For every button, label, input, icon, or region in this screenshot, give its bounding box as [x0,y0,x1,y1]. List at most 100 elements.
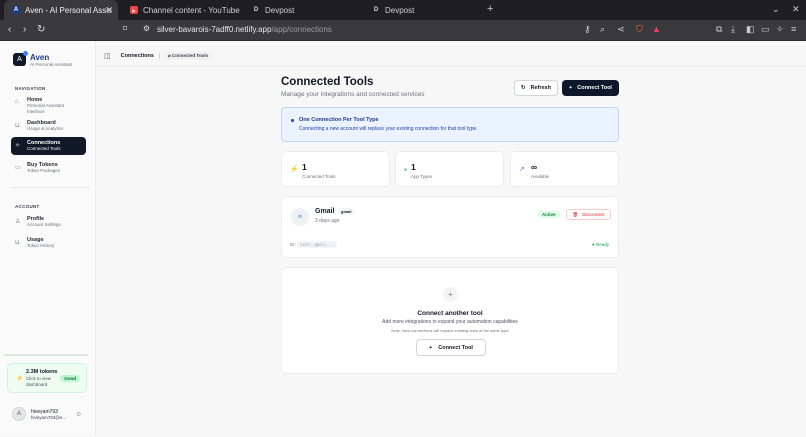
sidebar-item-buy-tokens[interactable]: ▭ Buy Tokens Token Packages [11,159,86,177]
connect-another-text: Add more integrations to expand your aut… [382,319,518,325]
nav-item-subtitle: Usage & Analytics [27,126,64,131]
sidebar-item-profile[interactable]: ♙ Profile Account Settings [11,213,86,231]
aven-favicon: A [12,6,20,14]
ready-label: Ready [595,242,609,247]
breadcrumb-page[interactable]: Connections [121,53,154,59]
trash-icon: 🗑 [572,211,579,217]
status-badge: Active [538,211,560,218]
disconnect-button[interactable]: 🗑 Disconnect [566,209,611,220]
connect-another-title: Connect another tool [417,310,483,317]
extensions-icon[interactable]: ⧉ [716,24,722,35]
nav-item-subtitle: Account Settings [27,222,61,227]
user-icon: ♙ [15,219,21,225]
nav-section-label: NAVIGATION [15,86,46,91]
gear-icon[interactable]: ⚙ [76,411,81,418]
devpost-favicon: D [253,7,259,13]
breadcrumb-current: ⌀ Connected Tools [164,52,212,60]
zoom-icon[interactable]: ⌕ [600,24,605,35]
token-progress-bar [4,354,88,356]
token-balance-card[interactable]: ⚡ 2.3M tokens Click to view dashboard Go… [7,363,87,393]
close-window-icon[interactable]: ✕ [792,4,800,15]
chart-icon: ⊔ [15,123,20,129]
tab-title: Channel content - YouTube [143,5,240,15]
stat-value: ∞ [531,162,538,172]
connect-another-note: Note: New connections will replace exist… [391,328,509,333]
sidebar-divider [11,187,90,188]
breadcrumb-current-label: Connected Tools [171,53,209,58]
reload-icon[interactable]: ↻ [37,24,45,35]
aven-logo: A [13,51,28,66]
nav-item-subtitle: Token History [27,243,55,248]
sidebar-toggle-icon[interactable]: ◫ [104,52,111,60]
refresh-icon: ↻ [520,85,526,91]
nav-item-subtitle: Personal Assistant Interface [27,103,65,114]
external-link-icon: ↗ [519,166,525,173]
status-badge: Good [60,375,80,382]
browser-tab[interactable]: ▶ Channel content - YouTube [122,0,240,20]
brave-rewards-icon[interactable]: ▲ [652,24,661,34]
page-title: Connected Tools [281,76,374,88]
refresh-button[interactable]: ↻ Refresh [514,80,558,96]
browser-tab[interactable]: D Devpost [244,0,362,20]
user-profile[interactable]: A hiveyam793 hiveyam793@e... ⚙ [12,407,81,421]
tool-id-label: ID: [290,242,296,247]
forward-icon[interactable]: › [23,24,26,35]
sidebar-icon[interactable]: ◧ [746,24,755,35]
connect-tool-button[interactable]: + Connect Tool [562,80,619,96]
menu-icon[interactable]: ≡ [791,24,796,34]
browser-tab-bar: A Aven - AI Personal Assis ✕ ▶ Channel c… [0,0,806,20]
info-text: Connecting a new account will replace yo… [299,126,478,132]
browser-tab[interactable]: D Devpost [364,0,482,20]
wallet-icon[interactable]: ▭ [761,24,770,35]
sidebar-item-home[interactable]: ⌂ Home Personal Assistant Interface [11,94,86,117]
info-title: One Connection Per Tool Type [299,117,379,123]
plug-icon: ✧ [15,143,21,149]
stat-value: 1 [302,162,307,172]
connect-tool-label: Connect Tool [438,344,473,351]
stat-value: 1 [411,162,416,172]
info-dot-icon [291,119,294,122]
refresh-label: Refresh [530,85,552,91]
site-settings-icon[interactable]: ⚙ [143,24,150,33]
account-section-label: ACCOUNT [15,204,40,209]
url-path: /app/connections [271,25,332,34]
tool-id-value: test::gmail... [297,241,337,248]
close-tab-icon[interactable]: ✕ [105,5,113,16]
ready-status: ● Ready [592,242,609,247]
app-root: A Aven AI Personal Assistant NAVIGATION … [0,41,806,437]
connect-tool-button-secondary[interactable]: + Connect Tool [416,339,486,356]
nav-item-subtitle: Token Packages [27,168,61,173]
gmail-icon: ✉ [291,208,309,226]
stat-label: Available [531,174,550,179]
stat-card-app-types: ● 1 App Types [395,151,504,187]
back-icon[interactable]: ‹ [8,24,11,35]
token-subtitle: Click to view dashboard [26,376,52,387]
tool-card-gmail: ✉ Gmail gmail 3 days ago Active 🗑 Discon… [281,196,619,258]
key-icon[interactable]: ⚷ [584,24,591,35]
lightning-icon: ⚡ [16,376,24,382]
browser-tab[interactable]: A Aven - AI Personal Assis ✕ [4,0,118,20]
url-host: silver-bavarois-7adff0.netlify.app [157,25,272,34]
share-icon[interactable]: ⋖ [617,24,625,35]
chevron-down-icon[interactable]: ⌄ [772,4,780,15]
leo-icon[interactable]: ✧ [776,24,784,35]
page-subtitle: Manage your integrations and connected s… [281,91,425,98]
sidebar-item-dashboard[interactable]: ⊔ Dashboard Usage & Analytics [11,117,86,135]
home-icon: ⌂ [15,99,19,105]
url-field[interactable]: silver-bavarois-7adff0.netlify.app/app/c… [157,25,332,34]
tool-id: ID: test::gmail... [290,241,337,248]
new-tab-icon[interactable]: + [487,3,493,15]
disconnect-label: Disconnect [582,212,605,217]
brave-shield-icon[interactable]: ⛉ [636,24,643,35]
card-icon: ▭ [15,165,21,171]
download-icon[interactable]: ⤓ [731,24,735,35]
tab-title: Aven - AI Personal Assis [25,5,113,15]
sidebar-item-connections[interactable]: ✧ Connections Connected Tools [11,137,86,155]
stat-card-connected: ⚡ 1 Connected Tools [281,151,390,187]
address-bar: ‹ › ↻ ⌑ ⚙ silver-bavarois-7adff0.netlify… [0,20,806,41]
info-banner: One Connection Per Tool Type Connecting … [281,107,619,142]
user-email: hiveyam793@e... [31,414,67,420]
bookmark-icon[interactable]: ⌑ [123,24,127,33]
brand[interactable]: A Aven AI Personal Assistant [13,51,73,67]
sidebar-item-usage[interactable]: ⊔ Usage Token History [11,234,86,252]
